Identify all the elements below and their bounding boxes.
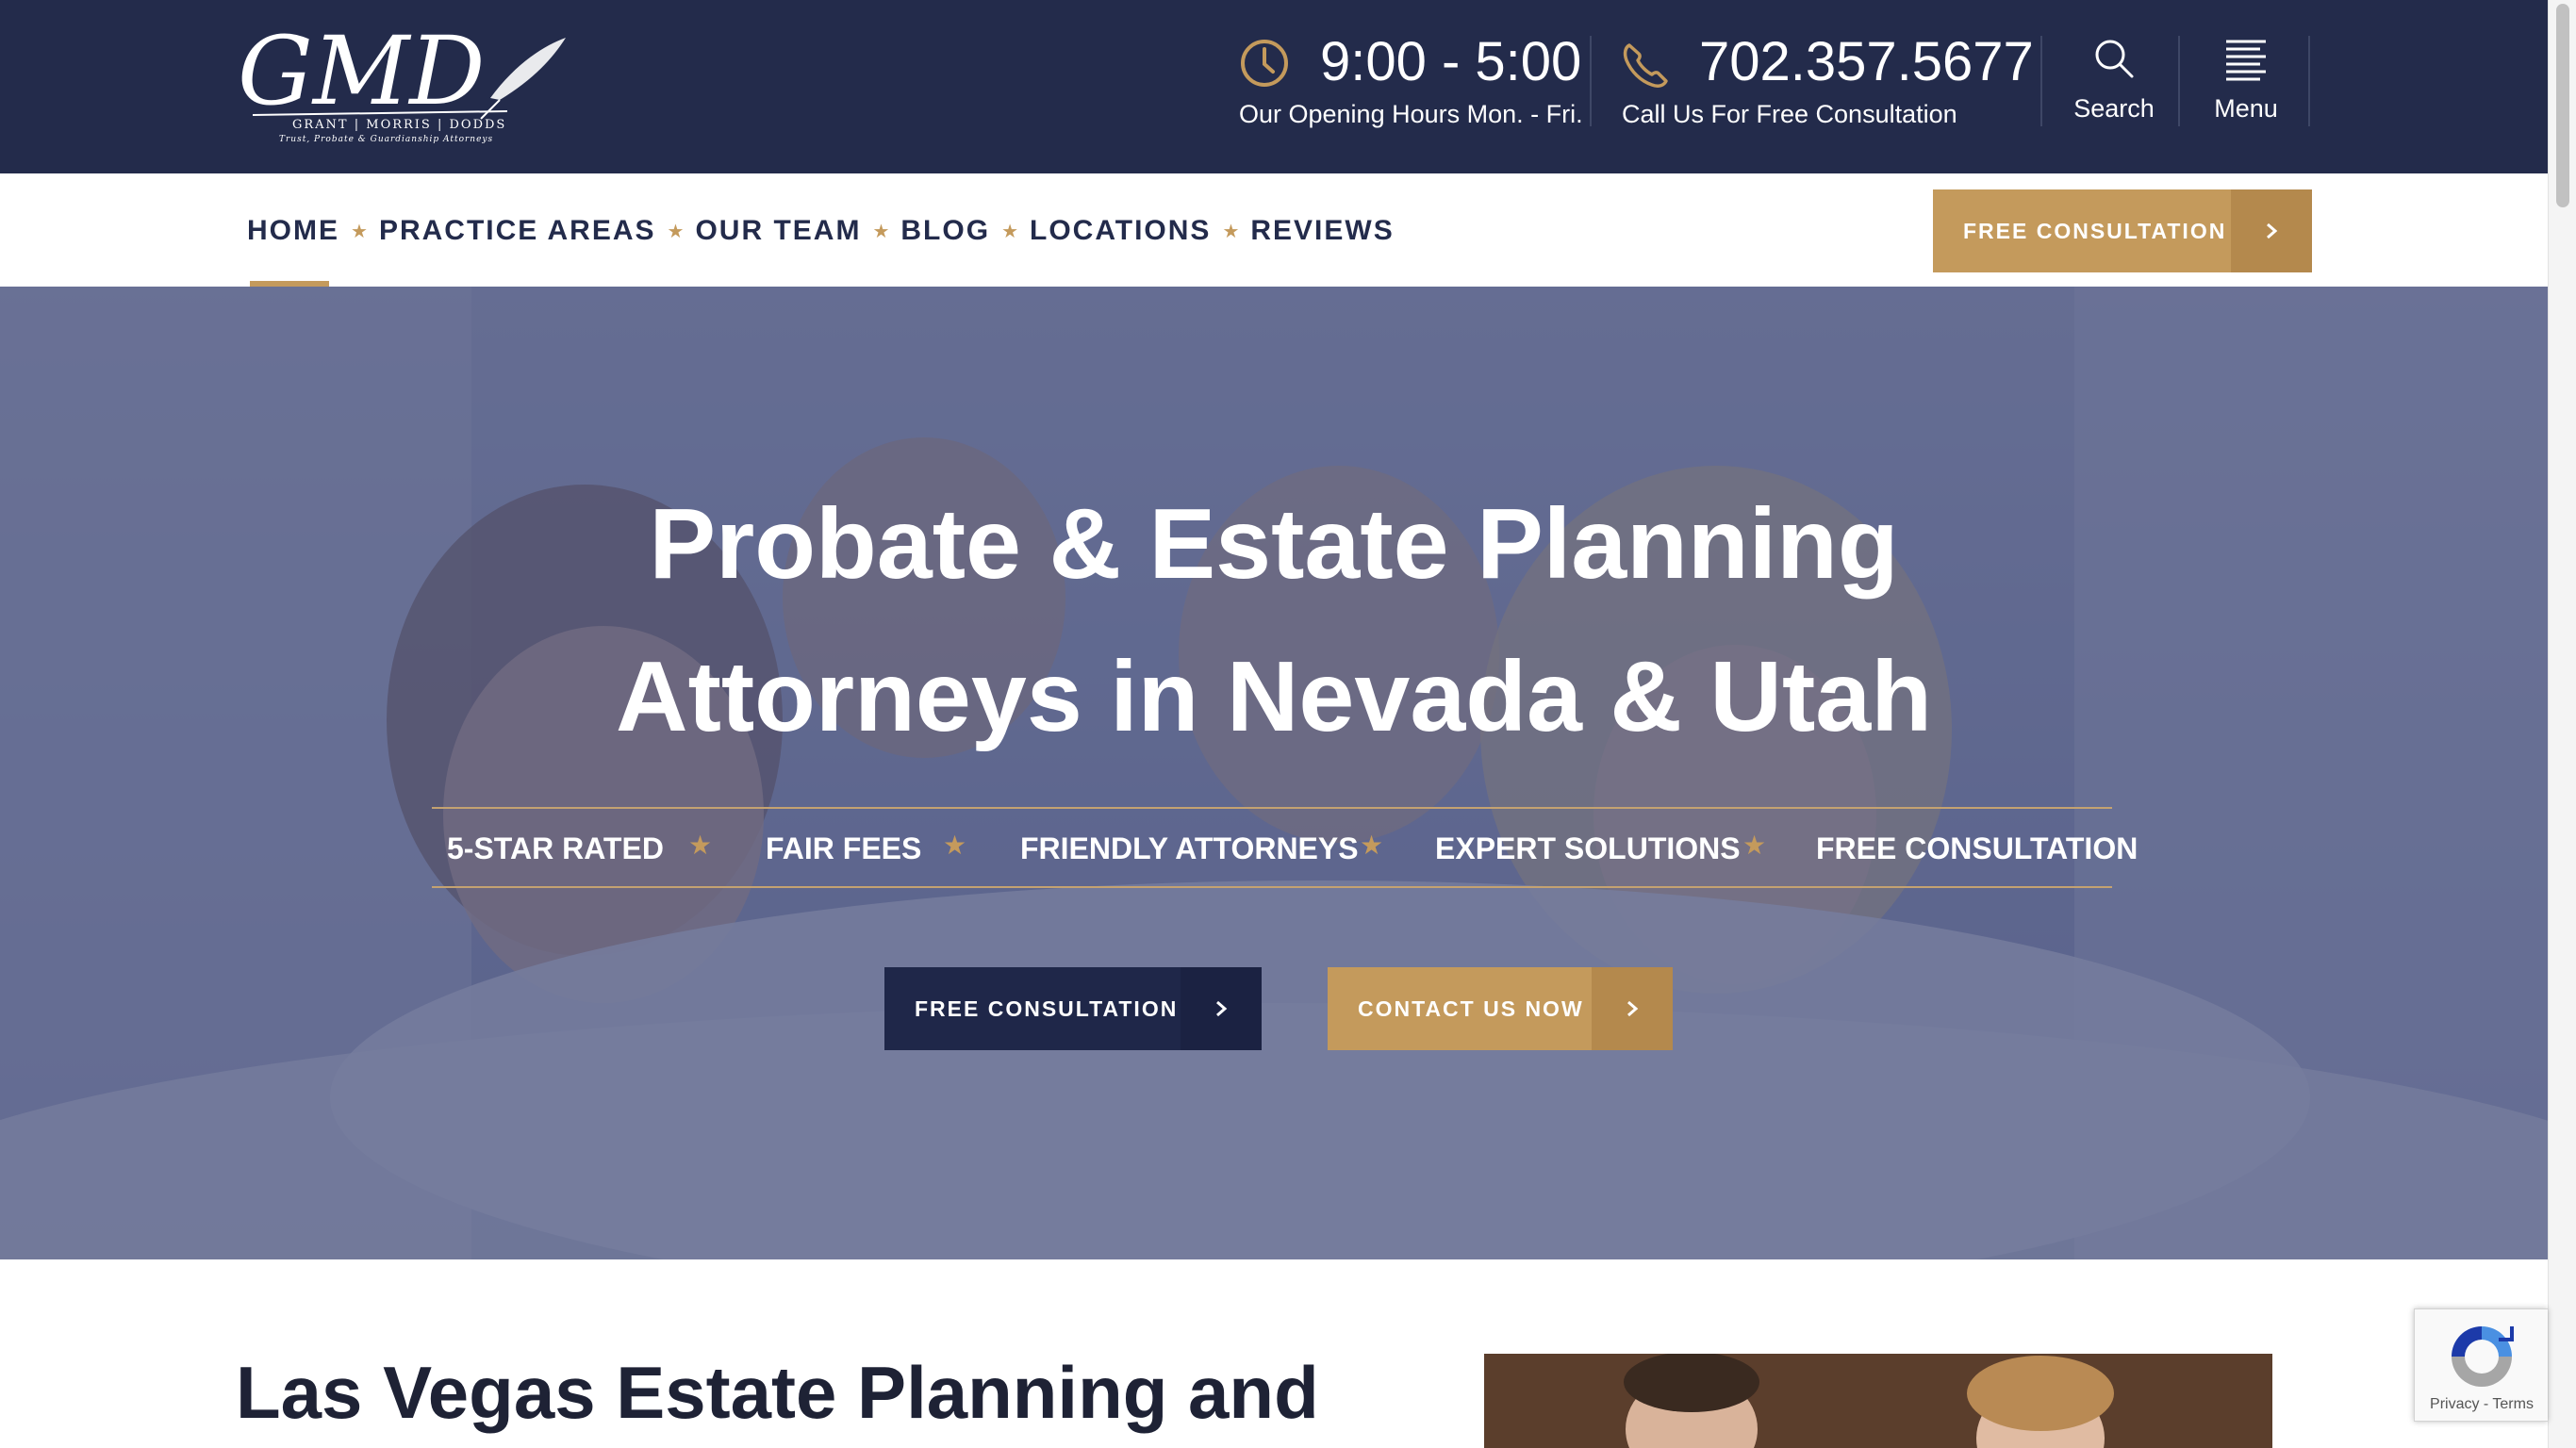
hero-heading-line-1: Probate & Estate Planning (649, 488, 1899, 600)
feature-fair-fees: FAIR FEES (766, 831, 922, 865)
star-icon: ★ (1742, 831, 1767, 860)
main-nav: HOME ★ PRACTICE AREAS ★ OUR TEAM ★ BLOG … (247, 215, 1395, 247)
header-cta-label: FREE CONSULTATION (1963, 218, 2227, 243)
main-navigation-bar: HOME ★ PRACTICE AREAS ★ OUR TEAM ★ BLOG … (0, 173, 2548, 287)
feature-friendly-attorneys: FRIENDLY ATTORNEYS (1020, 831, 1359, 865)
recaptcha-terms-link[interactable]: Terms (2492, 1396, 2534, 1412)
menu-icon (2226, 40, 2266, 81)
hero-heading-line-2: Attorneys in Nevada & Utah (616, 641, 1932, 752)
feature-expert-solutions: EXPERT SOLUTIONS (1435, 831, 1741, 865)
nav-item-our-team[interactable]: OUR TEAM (695, 215, 861, 247)
logo-firm-names: GRANT | MORRIS | DODDS (292, 118, 506, 132)
star-icon: ★ (667, 221, 685, 242)
attorneys-photo (1484, 1354, 2272, 1448)
contact-us-now-label: CONTACT US NOW (1358, 996, 1584, 1021)
nav-item-home[interactable]: HOME (247, 215, 339, 247)
header-divider (2040, 36, 2042, 126)
phone-icon (1623, 43, 1668, 88)
site-logo[interactable]: GMD GRANT | MORRIS | DODDS Trust, Probat… (234, 16, 573, 145)
recaptcha-icon (2452, 1326, 2514, 1387)
logo-mark: GMD GRANT | MORRIS | DODDS Trust, Probat… (238, 16, 566, 144)
nav-item-practice-areas[interactable]: PRACTICE AREAS (379, 215, 656, 247)
hero-overlay (0, 287, 2548, 1259)
recaptcha-badge[interactable]: Privacy - Terms (2414, 1308, 2548, 1422)
phone-caption: Call Us For Free Consultation (1622, 100, 1957, 128)
star-icon: ★ (351, 221, 368, 242)
menu-label: Menu (2214, 94, 2278, 123)
contact-us-now-button[interactable]: CONTACT US NOW (1328, 967, 1673, 1050)
search-button[interactable]: Search (2048, 36, 2180, 130)
header-divider (2308, 36, 2310, 126)
star-icon: ★ (688, 831, 713, 860)
search-icon (2095, 40, 2134, 78)
opening-hours-time: 9:00 - 5:00 (1320, 31, 1582, 92)
chevron-right-icon (1181, 967, 1262, 1050)
hero-heading: Probate & Estate Planning Attorneys in N… (0, 468, 2548, 773)
clock-icon (1241, 40, 1288, 87)
recaptcha-privacy-link[interactable]: Privacy (2430, 1396, 2479, 1412)
logo-tagline: Trust, Probate & Guardianship Attorneys (279, 135, 493, 144)
section-heading: Las Vegas Estate Planning and (236, 1351, 1319, 1434)
header-free-consultation-button[interactable]: FREE CONSULTATION (1933, 189, 2312, 272)
chevron-right-icon (1592, 967, 1673, 1050)
star-icon: ★ (1001, 221, 1018, 242)
nav-item-blog[interactable]: BLOG (900, 215, 990, 247)
star-icon: ★ (1222, 221, 1240, 242)
header-divider (1590, 36, 1592, 126)
hero-free-consultation-button[interactable]: FREE CONSULTATION (884, 967, 1262, 1050)
phone-number[interactable]: 702.357.5677 (1699, 32, 2034, 92)
recaptcha-links: Privacy - Terms (2415, 1396, 2549, 1413)
star-icon: ★ (1360, 831, 1384, 860)
feature-5-star-rated: 5-STAR RATED (447, 831, 664, 865)
recaptcha-link-separator: - (2479, 1396, 2493, 1412)
page-scrollbar[interactable] (2548, 0, 2576, 1448)
top-header-bar: GMD GRANT | MORRIS | DODDS Trust, Probat… (0, 0, 2548, 173)
nav-item-locations[interactable]: LOCATIONS (1030, 215, 1211, 247)
logo-monogram: GMD (238, 25, 485, 126)
star-icon: ★ (872, 221, 890, 242)
nav-item-reviews[interactable]: REVIEWS (1250, 215, 1394, 247)
feature-free-consultation: FREE CONSULTATION (1816, 831, 2138, 865)
star-icon: ★ (943, 831, 967, 860)
opening-hours-caption: Our Opening Hours Mon. - Fri. (1239, 100, 1583, 128)
search-label: Search (2073, 94, 2155, 123)
menu-button[interactable]: Menu (2180, 36, 2312, 130)
hero-free-consultation-label: FREE CONSULTATION (915, 996, 1179, 1021)
hero-section: Probate & Estate Planning Attorneys in N… (0, 287, 2548, 1259)
scrollbar-thumb[interactable] (2556, 4, 2569, 207)
feature-strip: 5-STAR RATED ★ FAIR FEES ★ FRIENDLY ATTO… (432, 807, 2138, 888)
chevron-right-icon (2231, 189, 2312, 272)
